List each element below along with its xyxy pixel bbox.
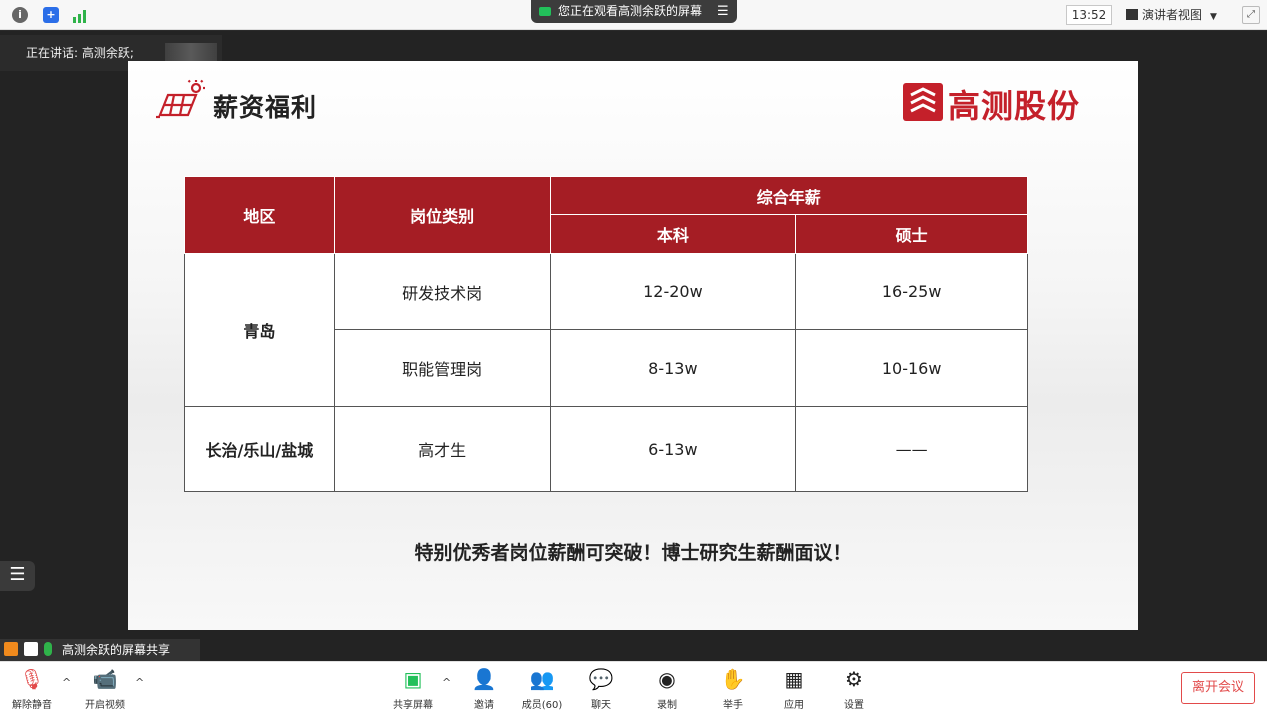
viewing-banner[interactable]: 您正在观看高测余跃的屏幕 ☰ [531, 0, 737, 23]
fullscreen-icon[interactable]: ⤢ [1242, 6, 1260, 24]
record-button[interactable]: ◉ 录制 [637, 666, 697, 711]
list-menu-icon[interactable]: ☰ [0, 561, 35, 591]
apps-icon: ▦ [784, 667, 804, 691]
screen-share-label: 高测余跃的屏幕共享 [0, 639, 200, 661]
cell-master: 16-25w [795, 253, 1028, 330]
apps-button[interactable]: ▦ 应用 [764, 666, 824, 711]
settings-label: 设置 [844, 700, 864, 711]
cell-position: 研发技术岗 [333, 253, 551, 330]
mic-muted-icon: 🎙 [19, 667, 45, 691]
layout-icon [1126, 9, 1138, 20]
slide-title: 薪资福利 [213, 93, 318, 122]
unmute-label: 解除静音 [12, 700, 52, 711]
settings-button[interactable]: ⚙ 设置 [824, 666, 884, 711]
raise-hand-label: 举手 [723, 700, 743, 711]
share-screen-label: 共享屏幕 [393, 700, 433, 711]
presenter-thumbnail [165, 43, 217, 63]
start-video-label: 开启视频 [85, 700, 125, 711]
raise-hand-button[interactable]: ✋ 举手 [703, 666, 763, 711]
gear-icon: ⚙ [845, 667, 863, 691]
top-bar: i + 您正在观看高测余跃的屏幕 ☰ 13:52 演讲者视图 ▼ ⤢ [0, 0, 1267, 30]
cell-bachelor: 8-13w [549, 329, 797, 407]
shield-icon[interactable]: + [43, 7, 59, 23]
viewing-text: 您正在观看高测余跃的屏幕 [558, 4, 703, 18]
signal-icon[interactable] [72, 8, 90, 23]
add-person-icon: 👤 [471, 667, 497, 691]
chat-label: 聊天 [591, 700, 611, 711]
chat-icon: 💬 [588, 667, 614, 691]
members-label: 成员(60) [521, 700, 563, 711]
bottom-toolbar: 🎙 解除静音 ^ 📹 开启视频 ^ ▣ 共享屏幕 ^ 👤 邀请 👥 成员(60)… [0, 661, 1267, 713]
leave-meeting-button[interactable]: 离开会议 [1181, 672, 1255, 704]
cell-region: 长治/乐山/盐城 [184, 406, 335, 492]
record-icon: ◉ [658, 667, 676, 691]
clock: 13:52 [1066, 5, 1112, 25]
cell-master: —— [795, 406, 1028, 492]
members-icon: 👥 [529, 667, 555, 691]
cell-region: 青岛 [184, 253, 335, 407]
share-screen-button[interactable]: ▣ 共享屏幕 [383, 666, 443, 711]
person-icon [4, 642, 18, 656]
salary-table: 地区 岗位类别 综合年薪 本科 硕士 青岛 研发技术岗 12-20w 16-25… [184, 176, 1029, 492]
table-row: 青岛 研发技术岗 12-20w 16-25w [184, 253, 1028, 407]
slide-footnote: 特别优秀者岗位薪酬可突破！博士研究生薪酬面议！ [414, 542, 852, 564]
info-icon[interactable]: i [12, 7, 28, 23]
header-bachelor: 本科 [549, 214, 797, 254]
table-row: 长治/乐山/盐城 高才生 6-13w —— [184, 406, 1028, 492]
cell-bachelor: 12-20w [549, 253, 797, 330]
invite-label: 邀请 [474, 700, 494, 711]
company-logo-text: 高测股份 [948, 87, 1081, 125]
record-label: 录制 [657, 700, 677, 711]
chat-button[interactable]: 💬 聊天 [571, 666, 631, 711]
hand-icon: ✋ [720, 667, 746, 691]
screen-share-icon [539, 7, 551, 16]
screen-icon [24, 642, 38, 656]
header-salary: 综合年薪 [549, 176, 1029, 215]
menu-icon[interactable]: ☰ [717, 0, 729, 23]
unmute-button[interactable]: 🎙 解除静音 [2, 666, 62, 711]
apps-label: 应用 [784, 700, 804, 711]
company-logo-icon [903, 83, 943, 121]
header-position: 岗位类别 [333, 176, 551, 254]
speaking-label: 正在讲话: 高测余跃; [26, 46, 134, 60]
share-label-text: 高测余跃的屏幕共享 [62, 643, 171, 657]
cell-position: 职能管理岗 [333, 329, 551, 407]
speaker-view-label: 演讲者视图 [1142, 8, 1203, 22]
mute-options-chevron-icon[interactable]: ^ [62, 676, 71, 689]
invite-button[interactable]: 👤 邀请 [454, 666, 514, 711]
solar-panel-icon [154, 79, 208, 119]
start-video-button[interactable]: 📹 开启视频 [75, 666, 135, 711]
speaker-view-dropdown[interactable]: 演讲者视图 ▼ [1126, 5, 1217, 27]
cell-master: 10-16w [795, 329, 1028, 407]
chevron-down-icon: ▼ [1210, 12, 1217, 22]
header-region: 地区 [184, 176, 335, 254]
cell-bachelor: 6-13w [549, 406, 797, 492]
share-options-chevron-icon[interactable]: ^ [442, 676, 451, 689]
members-button[interactable]: 👥 成员(60) [512, 666, 572, 711]
cell-position: 高才生 [333, 406, 551, 492]
video-options-chevron-icon[interactable]: ^ [135, 676, 144, 689]
camera-off-icon: 📹 [92, 667, 118, 691]
share-screen-icon: ▣ [403, 667, 423, 691]
shared-slide: 薪资福利 高测股份 地区 岗位类别 综合年薪 本科 硕士 青岛 研发技术岗 12… [128, 61, 1138, 630]
mic-icon [44, 642, 52, 656]
header-master: 硕士 [795, 214, 1028, 254]
